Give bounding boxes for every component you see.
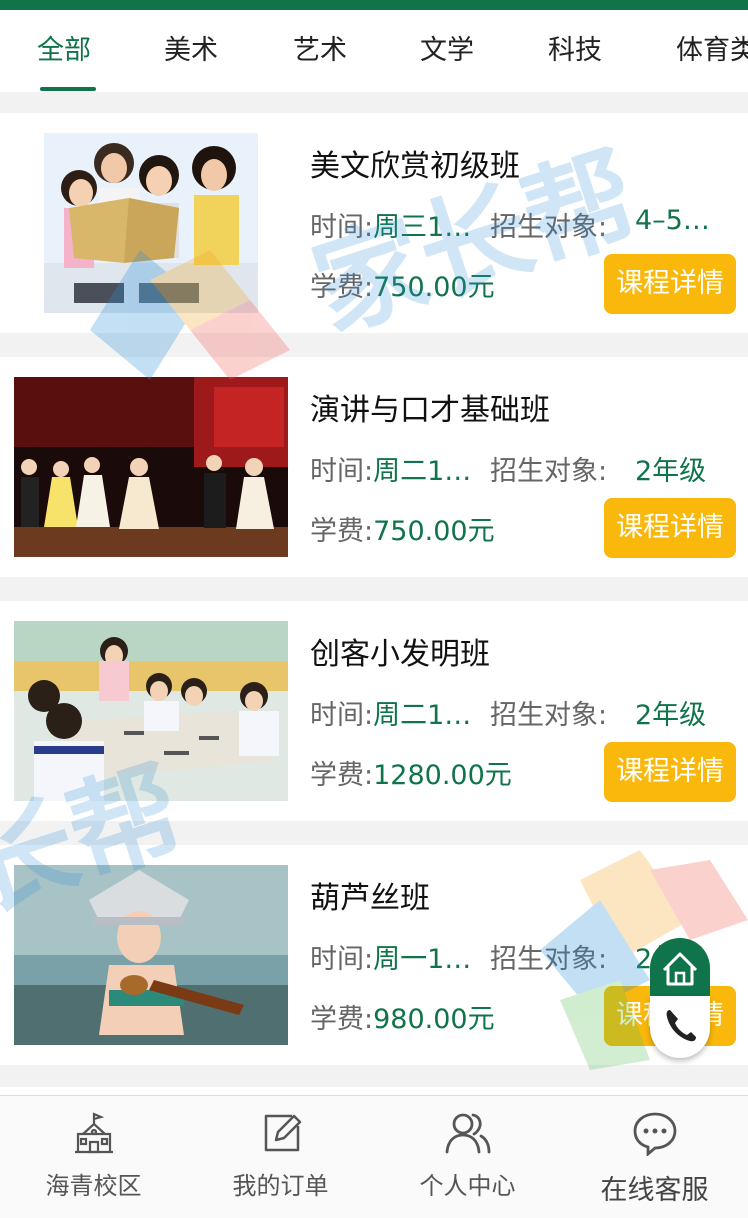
time-label: 时间: [310, 944, 374, 975]
home-icon [662, 952, 698, 986]
target-label: 招生对象: [490, 944, 608, 975]
target-label: 招生对象: [490, 700, 608, 731]
course-fee: 学费:750.00元 [310, 509, 495, 548]
time-value: 周二1 [373, 456, 445, 487]
time-value: 周一1 [373, 944, 445, 975]
course-detail-button[interactable]: 课程详情 [604, 498, 736, 558]
target-value: 2年级 [635, 456, 707, 487]
course-info-line: 时间:周三1… 招生对象: 4–5… [310, 205, 710, 244]
course-detail-button[interactable]: 课程详情 [604, 742, 736, 802]
course-fee: 学费:750.00元 [310, 265, 495, 304]
course-title: 创客小发明班 [310, 637, 490, 672]
top-status-bar [0, 0, 748, 10]
course-title: 葫芦丝班 [310, 881, 430, 916]
nav-label: 我的订单 [232, 1172, 329, 1200]
nav-label: 在线客服 [600, 1175, 709, 1206]
time-value: 周二1 [373, 700, 445, 731]
course-fee: 学费:1280.00元 [310, 753, 512, 792]
category-tabs: 全部 美术 艺术 文学 科技 体育类 [0, 10, 748, 92]
fee-value: 1280.00元 [373, 760, 512, 791]
time-ellipsis: … [444, 700, 472, 731]
tab-art[interactable]: 美术 [164, 10, 218, 92]
time-ellipsis: … [444, 944, 472, 975]
time-label: 时间: [310, 456, 374, 487]
edit-icon [264, 1114, 302, 1152]
time-value: 周三1 [373, 212, 445, 243]
nav-label: 个人中心 [419, 1172, 516, 1200]
phone-icon [666, 1010, 696, 1042]
fee-label: 学费: [310, 1004, 374, 1035]
fee-value: 750.00元 [373, 272, 495, 303]
nav-label: 海青校区 [45, 1172, 142, 1200]
fee-label: 学费: [310, 272, 374, 303]
course-info-line: 时间:周一1… 招生对象: 2年级 [310, 937, 706, 976]
course-card-partial [0, 1087, 748, 1095]
course-info-line: 时间:周二1… 招生对象: 2年级 [310, 449, 706, 488]
course-title: 美文欣赏初级班 [310, 149, 520, 184]
tab-all[interactable]: 全部 [37, 10, 91, 92]
time-label: 时间: [310, 700, 374, 731]
course-fee: 学费:980.00元 [310, 997, 495, 1036]
users-icon [445, 1113, 491, 1154]
fee-label: 学费: [310, 516, 374, 547]
target-value: 4–5… [635, 205, 710, 236]
tab-literature[interactable]: 文学 [420, 10, 474, 92]
bottom-nav: 海青校区 我的订单 个人中心 在线客服 [0, 1095, 748, 1218]
active-tab-indicator [40, 87, 96, 91]
nav-profile[interactable]: 个人中心 [374, 1096, 561, 1218]
float-phone-button[interactable] [650, 996, 710, 1058]
course-card[interactable]: 创客小发明班 时间:周二1… 招生对象: 2年级 学费:1280.00元 课程详… [0, 601, 748, 821]
nav-campus[interactable]: 海青校区 [0, 1096, 187, 1218]
course-image [14, 621, 288, 801]
course-image [44, 133, 258, 313]
course-info-line: 时间:周二1… 招生对象: 2年级 [310, 693, 706, 732]
time-ellipsis: … [444, 456, 472, 487]
course-card[interactable]: 演讲与口才基础班 时间:周二1… 招生对象: 2年级 学费:750.00元 课程… [0, 357, 748, 577]
tab-tech[interactable]: 科技 [548, 10, 602, 92]
target-label: 招生对象: [490, 212, 608, 243]
course-card[interactable]: 美文欣赏初级班 时间:周三1… 招生对象: 4–5… 学费:750.00元 课程… [0, 113, 748, 333]
float-home-button[interactable] [650, 938, 710, 1000]
fee-value: 750.00元 [373, 516, 495, 547]
target-label: 招生对象: [490, 456, 608, 487]
course-detail-button[interactable]: 课程详情 [604, 254, 736, 314]
fee-value: 980.00元 [373, 1004, 495, 1035]
course-card[interactable]: 葫芦丝班 时间:周一1… 招生对象: 2年级 学费:980.00元 课程详情 [0, 845, 748, 1065]
course-image [14, 865, 288, 1045]
chat-icon [633, 1112, 677, 1156]
tab-arts[interactable]: 艺术 [293, 10, 347, 92]
time-label: 时间: [310, 212, 374, 243]
course-title: 演讲与口才基础班 [310, 393, 550, 428]
fee-label: 学费: [310, 760, 374, 791]
course-image [14, 377, 288, 557]
floating-actions [650, 938, 710, 1058]
time-ellipsis: … [444, 212, 472, 243]
nav-orders[interactable]: 我的订单 [187, 1096, 374, 1218]
target-value: 2年级 [635, 700, 707, 731]
tab-sports[interactable]: 体育类 [676, 10, 748, 92]
school-icon [75, 1112, 113, 1154]
nav-online-service[interactable]: 在线客服 [561, 1096, 748, 1218]
